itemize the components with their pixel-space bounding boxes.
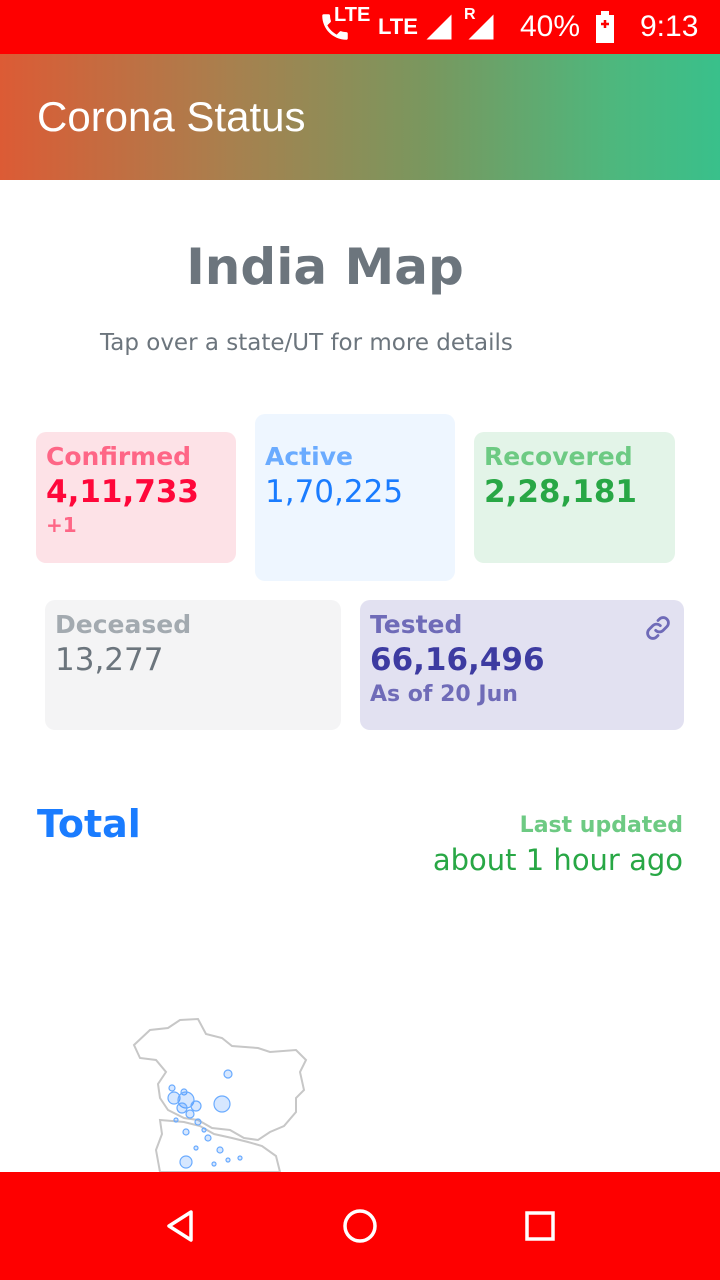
confirmed-card[interactable]: Confirmed 4,11,733 +1 xyxy=(36,432,236,563)
back-icon xyxy=(167,1210,193,1242)
active-value: 1,70,225 xyxy=(265,474,404,510)
recovered-label: Recovered xyxy=(484,442,633,471)
confirmed-delta: +1 xyxy=(46,513,77,537)
tested-card[interactable]: Tested 66,16,496 As of 20 Jun xyxy=(360,600,684,730)
tested-date-note: As of 20 Jun xyxy=(370,682,518,707)
lte-call-label: LTE xyxy=(334,3,371,26)
recents-button[interactable] xyxy=(490,1172,590,1280)
battery-charging-icon xyxy=(594,0,616,54)
navigation-bar xyxy=(0,1172,720,1280)
link-icon[interactable] xyxy=(644,614,672,642)
last-updated-value: about 1 hour ago xyxy=(432,843,683,877)
battery-percent: 40% xyxy=(520,10,581,43)
tested-value: 66,16,496 xyxy=(370,642,545,678)
recents-icon xyxy=(525,1211,555,1241)
last-updated-label: Last updated xyxy=(519,813,683,838)
deceased-label: Deceased xyxy=(55,610,192,639)
home-button[interactable] xyxy=(310,1172,410,1280)
status-bar: LTE LTE R 40% 9:13 xyxy=(0,0,720,54)
app-bar: Corona Status xyxy=(0,54,720,180)
map-title: India Map xyxy=(186,238,464,296)
case-bubbles xyxy=(167,1069,243,1169)
clock: 9:13 xyxy=(640,10,699,43)
recovered-card[interactable]: Recovered 2,28,181 xyxy=(474,432,675,563)
roaming-signal-icon xyxy=(466,0,496,54)
app-title: Corona Status xyxy=(37,93,306,140)
tested-label: Tested xyxy=(370,610,463,639)
back-button[interactable] xyxy=(130,1172,230,1280)
deceased-card[interactable]: Deceased 13,277 xyxy=(45,600,341,730)
screen: LTE LTE R 40% 9:13 Corona Status India M… xyxy=(0,0,720,1280)
active-label: Active xyxy=(265,442,353,471)
lte-label: LTE xyxy=(378,14,418,39)
map-subtitle: Tap over a state/UT for more details xyxy=(100,330,513,356)
active-card[interactable]: Active 1,70,225 xyxy=(255,414,455,581)
india-map[interactable] xyxy=(0,1000,720,1172)
confirmed-label: Confirmed xyxy=(46,442,192,471)
signal-icon xyxy=(424,0,454,54)
total-label: Total xyxy=(37,802,141,846)
confirmed-value: 4,11,733 xyxy=(46,474,199,510)
home-icon xyxy=(343,1209,377,1243)
deceased-value: 13,277 xyxy=(55,642,164,678)
recovered-value: 2,28,181 xyxy=(484,474,637,510)
